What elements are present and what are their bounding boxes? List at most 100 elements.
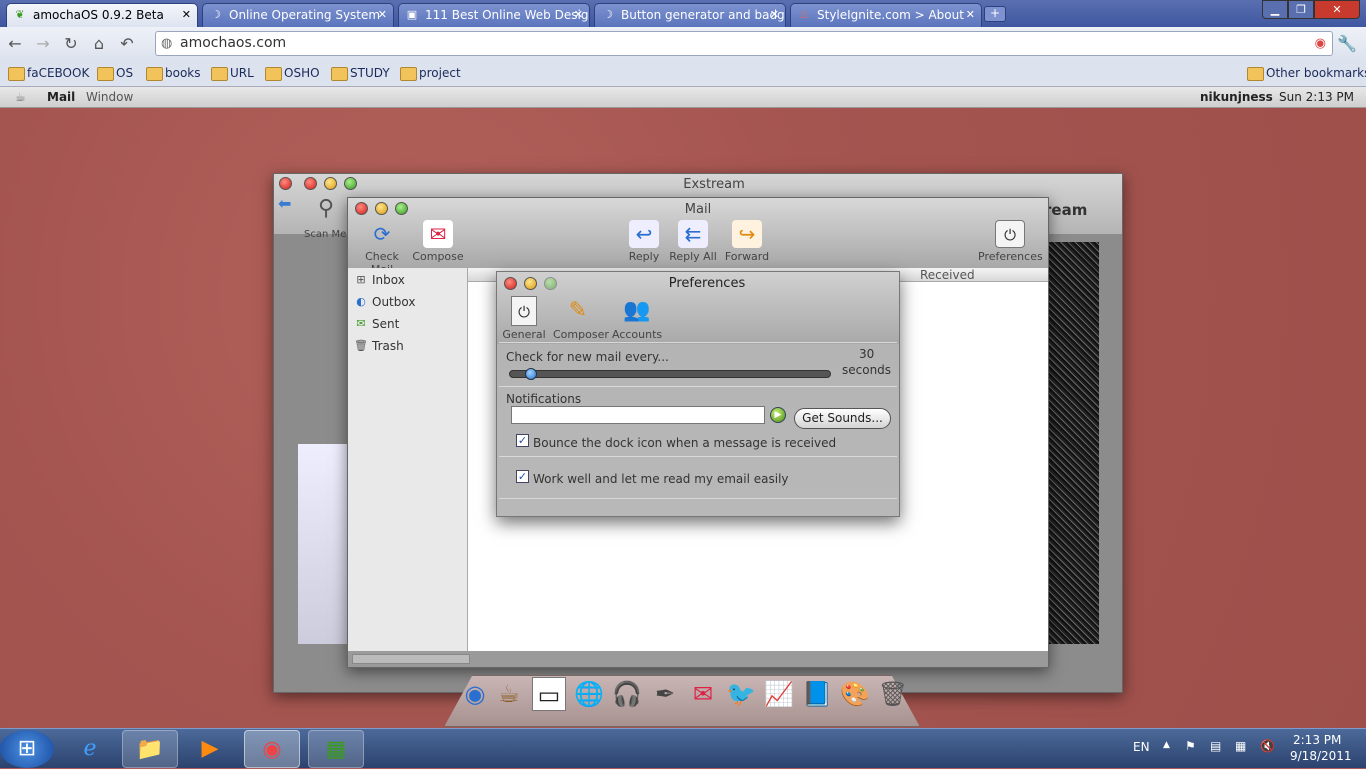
user-name[interactable]: nikunjness: [1200, 90, 1273, 104]
chart-icon[interactable]: 📈: [762, 677, 796, 711]
book-icon[interactable]: 📘: [800, 677, 834, 711]
minimize-button[interactable]: [324, 177, 337, 190]
maximize-button[interactable]: ❐: [1288, 0, 1314, 19]
apple-icon[interactable]: ☕: [15, 90, 26, 104]
tab-online-os[interactable]: ☽ Online Operating System ✕: [202, 3, 394, 27]
bookmark-folder[interactable]: STUDY: [331, 66, 390, 81]
compose-button[interactable]: ✉ Compose: [412, 220, 464, 263]
magnifier-icon[interactable]: ⚲: [318, 196, 334, 221]
close-tab-icon[interactable]: ✕: [182, 8, 191, 21]
slider-knob[interactable]: [525, 368, 537, 380]
trash-icon: 🗑: [354, 339, 368, 352]
wrench-icon[interactable]: 🔧: [1336, 33, 1358, 55]
reload-icon[interactable]: ↻: [60, 33, 82, 55]
bookmark-folder[interactable]: URL: [211, 66, 254, 81]
sound-field[interactable]: [511, 406, 765, 424]
explorer-icon[interactable]: 📁: [122, 730, 178, 768]
bookmark-folder[interactable]: faCEBOOK: [8, 66, 89, 81]
window-title: Mail: [684, 202, 712, 217]
menubar-clock: Sun 2:13 PM: [1279, 90, 1354, 104]
app-icon[interactable]: ▦: [308, 730, 364, 768]
horizontal-scrollbar[interactable]: [352, 654, 470, 664]
close-button[interactable]: [279, 177, 292, 190]
bounce-checkbox[interactable]: ✓: [516, 434, 529, 447]
close-tab-icon[interactable]: ✕: [966, 8, 975, 21]
bookmark-folder[interactable]: project: [400, 66, 461, 81]
check-interval-slider[interactable]: [509, 368, 831, 380]
language-indicator[interactable]: EN: [1133, 740, 1150, 754]
scan-label: Scan Me: [304, 229, 347, 240]
home-icon[interactable]: ⌂: [88, 33, 110, 55]
network-icon[interactable]: ▦: [1235, 739, 1246, 753]
chrome-taskbar-icon[interactable]: ◉: [244, 730, 300, 768]
menu-window[interactable]: Window: [86, 90, 133, 104]
column-received[interactable]: Received: [920, 268, 975, 282]
close-button[interactable]: [504, 277, 517, 290]
address-bar[interactable]: ◍ amochaos.com ◉: [155, 31, 1333, 56]
close-window-button[interactable]: ✕: [1314, 0, 1360, 19]
finder-icon[interactable]: ◉: [458, 677, 492, 711]
bird-icon[interactable]: 🐦: [724, 677, 758, 711]
preferences-button[interactable]: ⏻ Preferences: [978, 220, 1043, 263]
pen-icon[interactable]: ✒: [648, 677, 682, 711]
tab-accounts[interactable]: 👥 Accounts: [612, 296, 662, 341]
bookmark-folder[interactable]: OSHO: [265, 66, 320, 81]
back-arrow-icon[interactable]: ⬅: [278, 194, 291, 213]
media-player-icon[interactable]: ▶: [182, 730, 238, 768]
forward-icon[interactable]: →: [32, 33, 54, 55]
ie-icon[interactable]: ℯ: [62, 730, 118, 768]
mail-icon[interactable]: ✉: [686, 677, 720, 711]
volume-icon[interactable]: 🔇: [1260, 739, 1275, 753]
reply-all-icon: ⇇: [678, 220, 708, 248]
other-bookmarks[interactable]: Other bookmarks: [1247, 66, 1366, 81]
close-button[interactable]: [304, 177, 317, 190]
back-icon[interactable]: ←: [4, 33, 26, 55]
mailbox-inbox[interactable]: ⊞ Inbox: [354, 272, 404, 290]
tab-composer[interactable]: ✎ Composer: [553, 296, 609, 341]
reply-all-button[interactable]: ⇇ Reply All: [668, 220, 718, 263]
window-icon[interactable]: ▭: [532, 677, 566, 711]
menu-mail[interactable]: Mail: [47, 90, 75, 104]
sent-icon: ✉: [356, 317, 366, 330]
flag-icon[interactable]: ⚑: [1185, 739, 1196, 753]
zoom-button[interactable]: [344, 177, 357, 190]
tab-styleignite[interactable]: ♨ StyleIgnite.com > About ✕: [790, 3, 982, 27]
reply-button[interactable]: ↩ Reply: [624, 220, 664, 263]
close-tab-icon[interactable]: ✕: [574, 8, 583, 21]
tab-amochaos[interactable]: ❦ amochaOS 0.9.2 Beta ✕: [6, 3, 198, 27]
tab-general[interactable]: ⏻ General: [499, 296, 549, 341]
tab-web-design[interactable]: ▣ 111 Best Online Web Desig ✕: [398, 3, 590, 27]
globe-icon[interactable]: 🌐: [572, 677, 606, 711]
zoom-button[interactable]: [395, 202, 408, 215]
trash-icon[interactable]: 🗑: [876, 677, 910, 711]
minimize-button[interactable]: ▁: [1262, 0, 1288, 19]
show-hidden-icon[interactable]: ▲: [1163, 740, 1170, 750]
device-icon[interactable]: ▤: [1210, 739, 1221, 753]
tab-button-generator[interactable]: ☽ Button generator and badg ✕: [594, 3, 786, 27]
close-button[interactable]: [355, 202, 368, 215]
minimize-button[interactable]: [524, 277, 537, 290]
mailbox-trash[interactable]: 🗑 Trash: [354, 338, 404, 356]
undo-icon[interactable]: ↶: [116, 33, 138, 55]
get-sounds-button[interactable]: Get Sounds...: [794, 408, 891, 429]
close-tab-icon[interactable]: ✕: [378, 8, 387, 21]
mailbox-sent[interactable]: ✉ Sent: [354, 316, 399, 334]
bookmark-folder[interactable]: OS: [97, 66, 133, 81]
headphones-icon[interactable]: 🎧: [610, 677, 644, 711]
close-tab-icon[interactable]: ✕: [770, 8, 779, 21]
taskbar-date[interactable]: 9/18/2011: [1290, 749, 1352, 763]
coffee-icon[interactable]: ☕: [492, 677, 526, 711]
os-menubar: ☕ Mail Window nikunjness Sun 2:13 PM: [0, 87, 1366, 108]
paint-icon[interactable]: 🎨: [838, 677, 872, 711]
mailbox-outbox[interactable]: ◐ Outbox: [354, 294, 415, 312]
start-button[interactable]: ⊞: [0, 730, 54, 768]
bookmark-folder[interactable]: books: [146, 66, 201, 81]
play-icon[interactable]: ▶: [770, 407, 786, 423]
forward-button[interactable]: ↪ Forward: [722, 220, 772, 263]
flame-icon: ♨: [799, 8, 809, 21]
taskbar-time[interactable]: 2:13 PM: [1293, 733, 1341, 747]
zoom-button[interactable]: [544, 277, 557, 290]
minimize-button[interactable]: [375, 202, 388, 215]
new-tab-button[interactable]: +: [984, 6, 1006, 22]
work-well-checkbox[interactable]: ✓: [516, 470, 529, 483]
